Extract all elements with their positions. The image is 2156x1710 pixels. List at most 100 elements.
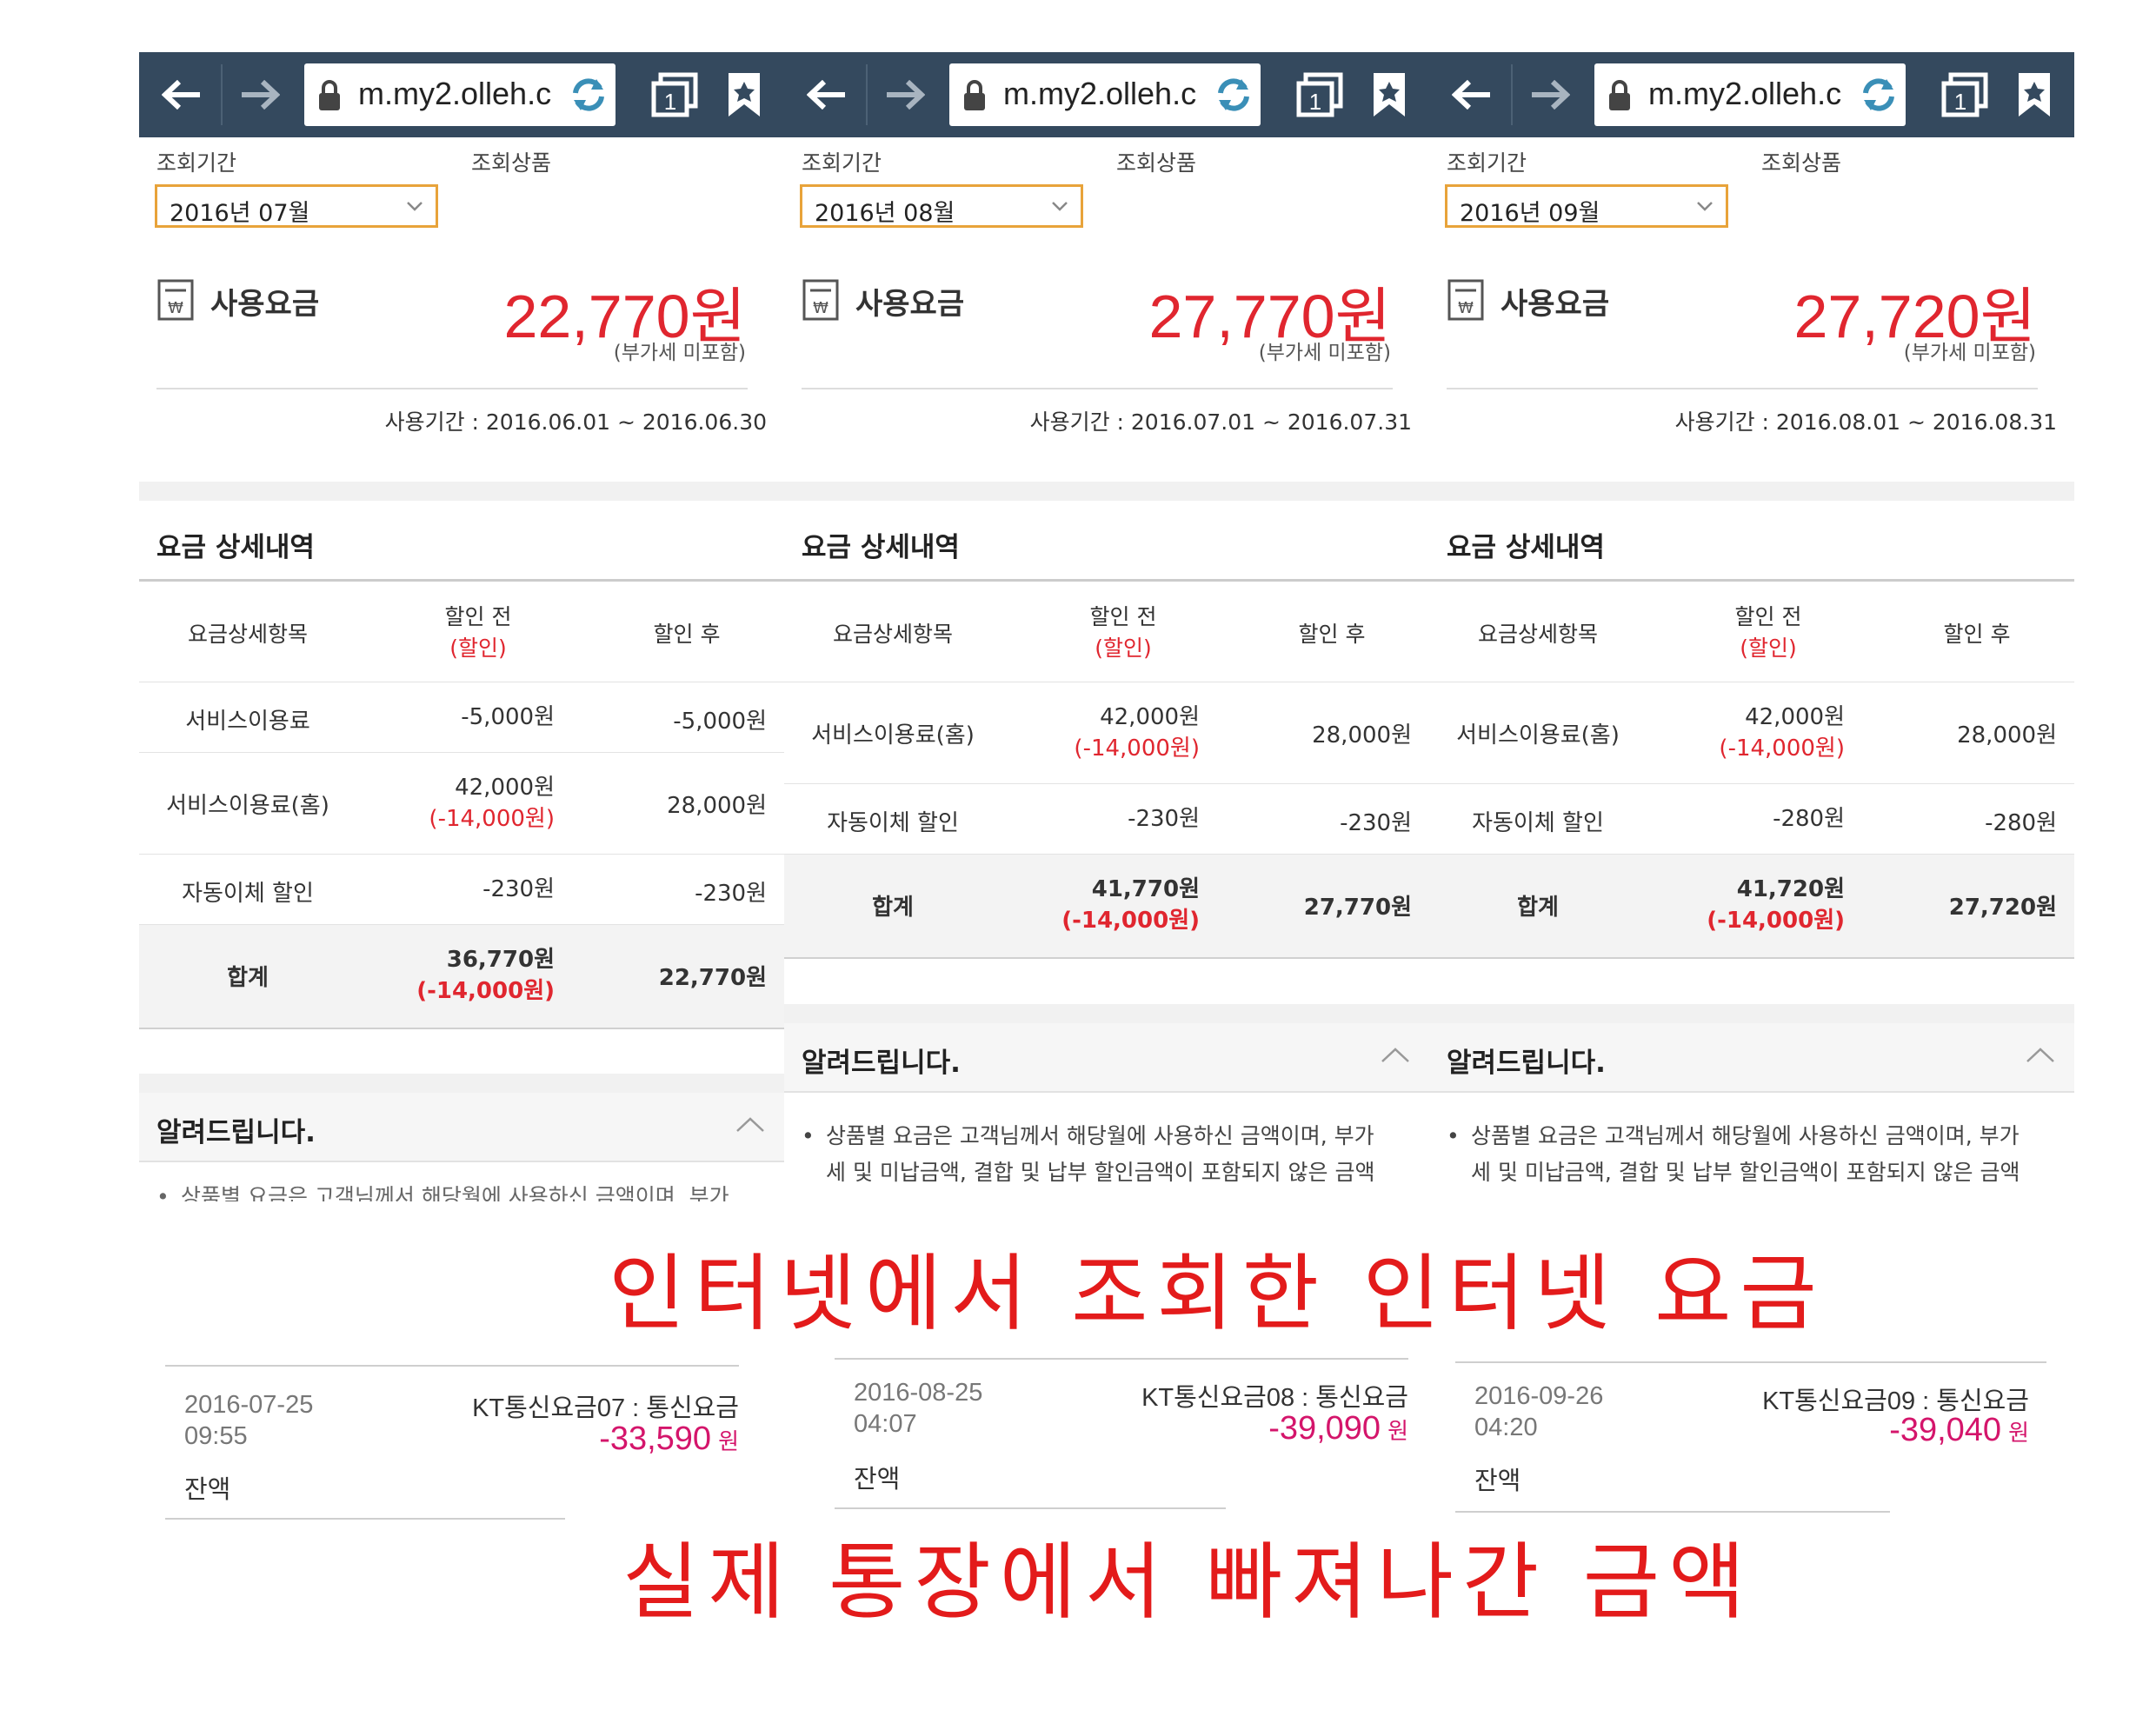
divider	[139, 579, 784, 582]
notice-title: 알려드립니다.	[156, 1117, 316, 1148]
toolbar-divider	[221, 64, 223, 125]
tx-amount: -39,090 원	[1268, 1410, 1408, 1447]
tx-datetime: 2016-09-26 04:20	[1474, 1382, 1604, 1441]
svg-text:1: 1	[664, 89, 676, 115]
receipt-icon: ₩	[1447, 278, 1485, 325]
row-item: 서비스이용료(홈)	[811, 722, 975, 749]
usage-period: 사용기간 : 2016.07.01 ~ 2016.07.31	[1029, 409, 1412, 435]
vat-note: (부가세 미포함)	[613, 342, 746, 364]
detail-title: 요금 상세내역	[802, 532, 960, 563]
section-gap	[1429, 482, 2074, 501]
notice-title: 알려드립니다.	[1447, 1048, 1606, 1079]
bookmark-icon[interactable]	[723, 70, 765, 120]
row-after: 28,000원	[1957, 722, 2057, 749]
divider	[835, 1507, 1226, 1509]
chevron-up-icon[interactable]	[1381, 1046, 1410, 1067]
row-before: -230원	[1128, 806, 1200, 832]
back-arrow-icon[interactable]	[151, 68, 212, 122]
row-item: 자동이체 할인	[182, 881, 314, 907]
divider	[835, 1358, 1408, 1360]
lock-icon	[1607, 79, 1633, 116]
col-header-after: 할인 후	[653, 622, 721, 647]
forward-arrow-icon[interactable]	[1520, 68, 1580, 122]
col-header-item: 요금상세항목	[832, 622, 953, 647]
bookmark-icon[interactable]	[2013, 70, 2055, 120]
billing-panel-august: m.my2.olleh.c 1 조회기간 조회상품 2016년 08월 ₩ 사용…	[784, 52, 1429, 1201]
col-header-item: 요금상세항목	[187, 622, 308, 647]
receipt-icon: ₩	[802, 278, 840, 325]
back-arrow-icon[interactable]	[1441, 68, 1502, 122]
total-row: 합계 36,770원 (-14,000원) 22,770원	[139, 925, 784, 1029]
product-label: 조회상품	[1761, 150, 1842, 176]
col-header-before: 할인 전 (할인)	[1734, 604, 1802, 661]
caption-top: 인터넷에서 조회한 인터넷 요금	[609, 1245, 1826, 1342]
svg-text:1: 1	[1309, 89, 1321, 115]
chevron-up-icon[interactable]	[735, 1115, 765, 1136]
month-select[interactable]: 2016년 09월	[1445, 184, 1728, 228]
divider	[1447, 388, 2038, 389]
row-item: 서비스이용료(홈)	[166, 793, 329, 819]
notice-text: • 상품별 요금은 고객님께서 해당월에 사용하신 금액이며, 부가	[156, 1184, 729, 1201]
divider	[784, 579, 1429, 582]
tabs-icon[interactable]: 1	[650, 71, 699, 118]
tx-balance-label: 잔액	[1474, 1466, 1521, 1495]
url-bar[interactable]: m.my2.olleh.c	[949, 63, 1261, 126]
url-bar[interactable]: m.my2.olleh.c	[304, 63, 616, 126]
period-label: 조회기간	[802, 150, 882, 176]
refresh-icon[interactable]	[567, 74, 610, 119]
notice-text: • 상품별 요금은 고객님께서 해당월에 사용하신 금액이며, 부가 세 및 미납금…	[802, 1123, 1375, 1185]
svg-text:₩: ₩	[168, 299, 183, 317]
total-label: 합계	[227, 965, 269, 991]
total-after: 27,770원	[1303, 895, 1412, 921]
month-select-value: 2016년 09월	[1460, 200, 1600, 227]
notice-header[interactable]: 알려드립니다.	[784, 1023, 1429, 1093]
row-after: -230원	[1340, 810, 1412, 836]
bookmark-icon[interactable]	[1368, 70, 1410, 120]
forward-arrow-icon[interactable]	[230, 68, 290, 122]
total-before: 41,770원 (-14,000원)	[1061, 876, 1200, 934]
refresh-icon[interactable]	[1857, 74, 1900, 119]
section-gap	[1429, 1004, 2074, 1023]
refresh-icon[interactable]	[1212, 74, 1255, 119]
usage-period: 사용기간 : 2016.06.01 ~ 2016.06.30	[384, 409, 767, 435]
usage-fee-label: 사용요금	[1501, 287, 1610, 322]
divider	[1429, 579, 2074, 582]
row-before: -5,000원	[461, 704, 555, 730]
section-gap	[139, 482, 784, 501]
total-before: 41,720원 (-14,000원)	[1707, 876, 1845, 934]
divider	[802, 388, 1393, 389]
row-before: -280원	[1773, 806, 1845, 832]
tx-amount: -33,590 원	[599, 1421, 739, 1457]
forward-arrow-icon[interactable]	[875, 68, 935, 122]
usage-period: 사용기간 : 2016.08.01 ~ 2016.08.31	[1674, 409, 2057, 435]
total-row: 합계 41,720원 (-14,000원) 27,720원	[1429, 855, 2074, 959]
bank-transaction: 2016-07-25 09:55 KT통신요금07 : 통신요금 -33,590 원…	[165, 1365, 739, 1530]
divider	[1455, 1361, 2046, 1363]
url-bar[interactable]: m.my2.olleh.c	[1594, 63, 1906, 126]
row-before: 42,000원 (-14,000원)	[429, 775, 555, 832]
col-header-item: 요금상세항목	[1477, 622, 1598, 647]
tx-description: KT통신요금07 : 통신요금	[472, 1394, 739, 1422]
month-select[interactable]: 2016년 08월	[800, 184, 1083, 228]
total-after: 27,720원	[1948, 895, 2057, 921]
table-row: 자동이체 할인 -280원 -280원	[1429, 784, 2074, 855]
total-label: 합계	[1517, 895, 1559, 921]
col-header-after: 할인 후	[1943, 622, 2011, 647]
notice-header[interactable]: 알려드립니다.	[139, 1093, 784, 1162]
product-label: 조회상품	[471, 150, 552, 176]
divider	[165, 1365, 739, 1367]
row-after: 28,000원	[1312, 722, 1412, 749]
month-select[interactable]: 2016년 07월	[155, 184, 438, 228]
notice-header[interactable]: 알려드립니다.	[1429, 1023, 2074, 1093]
usage-fee-label: 사용요금	[855, 287, 965, 322]
back-arrow-icon[interactable]	[796, 68, 857, 122]
chevron-up-icon[interactable]	[2026, 1046, 2055, 1067]
caption-bottom: 실제 통장에서 빠져나간 금액	[622, 1534, 1754, 1631]
tx-balance-label: 잔액	[184, 1474, 231, 1504]
divider	[165, 1518, 565, 1520]
tabs-icon[interactable]: 1	[1295, 71, 1344, 118]
svg-text:1: 1	[1954, 89, 1966, 115]
svg-text:₩: ₩	[1458, 299, 1474, 317]
tabs-icon[interactable]: 1	[1940, 71, 1989, 118]
url-text: m.my2.olleh.c	[1003, 76, 1197, 111]
